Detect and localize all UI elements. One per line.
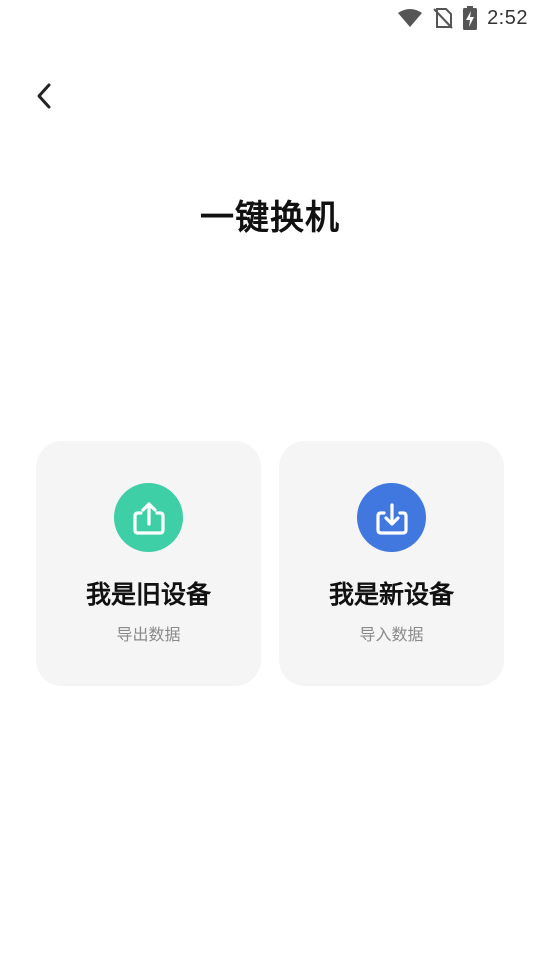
phone-clone-screen: 2:52 一键换机 我是旧设备 导出数据 我是新设备 导入数据 (0, 0, 540, 960)
back-button[interactable] (26, 80, 62, 116)
old-device-card[interactable]: 我是旧设备 导出数据 (36, 441, 261, 686)
new-device-subtitle: 导入数据 (359, 625, 424, 644)
status-time: 2:52 (487, 6, 528, 29)
page-title: 一键换机 (200, 198, 340, 238)
download-icon (357, 483, 426, 552)
no-sim-icon (433, 7, 453, 29)
upload-icon (114, 483, 183, 552)
new-device-card[interactable]: 我是新设备 导入数据 (279, 441, 504, 686)
new-device-title: 我是新设备 (328, 580, 454, 609)
old-device-title: 我是旧设备 (85, 580, 211, 609)
wifi-icon (397, 8, 423, 28)
old-device-subtitle: 导出数据 (116, 625, 181, 644)
status-bar: 2:52 (0, 0, 540, 36)
battery-charging-icon (463, 6, 478, 30)
chevron-left-icon (34, 82, 54, 114)
status-icons: 2:52 (397, 5, 528, 31)
